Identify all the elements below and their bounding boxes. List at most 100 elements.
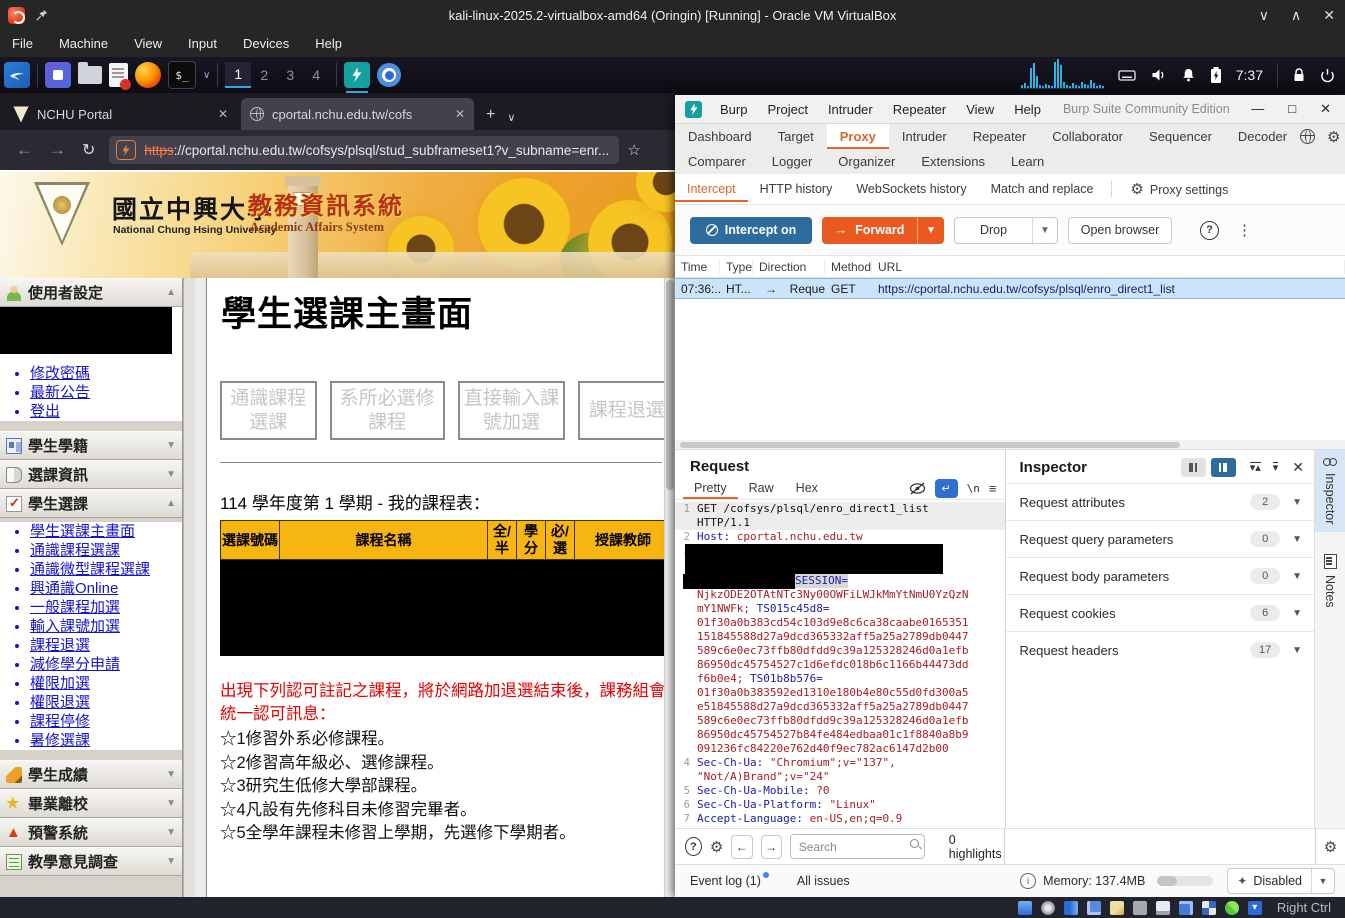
tab-close-icon[interactable]: ✕ bbox=[455, 107, 465, 121]
request-raw-view[interactable]: 1GET /cofsys/plsql/enro_direct1_listHTTP… bbox=[675, 500, 1005, 828]
sidebar-link[interactable]: 課程退選 bbox=[30, 636, 182, 655]
all-issues-button[interactable]: All issues bbox=[797, 874, 850, 888]
vbox-menu-item[interactable]: Machine bbox=[59, 36, 108, 51]
burp-tab-collaborator[interactable]: Collaborator bbox=[1039, 124, 1136, 149]
close-icon[interactable]: ✕ bbox=[1323, 7, 1335, 24]
col-type[interactable]: Type bbox=[720, 260, 753, 274]
burp-tab-learn[interactable]: Learn bbox=[998, 149, 1057, 174]
lock-screen-icon[interactable] bbox=[1292, 67, 1306, 83]
sidebar-link[interactable]: 一般課程加選 bbox=[30, 598, 182, 617]
vbox-menu-item[interactable]: View bbox=[134, 36, 162, 51]
sidebar-link[interactable]: 輸入課號加選 bbox=[30, 617, 182, 636]
sidebar-section-early-warning[interactable]: ▲ 預警系統 ▼ bbox=[0, 818, 182, 847]
sidebar-link[interactable]: 最新公告 bbox=[30, 383, 182, 402]
usb-icon[interactable] bbox=[1133, 901, 1147, 915]
sidebar-section-grades[interactable]: 學生成績 ▼ bbox=[0, 760, 182, 789]
sidebar-section-user-settings[interactable]: 使用者設定 ▲ bbox=[0, 278, 182, 307]
ai-dropdown-icon[interactable]: ▼ bbox=[1311, 869, 1334, 893]
help-icon[interactable]: ? bbox=[1200, 221, 1219, 240]
prev-match-icon[interactable]: ← bbox=[731, 835, 752, 859]
burp-menu-view[interactable]: View bbox=[966, 102, 994, 117]
host-key-menu-icon[interactable]: ▾ bbox=[1248, 901, 1262, 915]
col-time[interactable]: Time bbox=[675, 260, 720, 274]
vbox-menu-item[interactable]: Help bbox=[315, 36, 342, 51]
terminal-dropdown-icon[interactable]: ∨ bbox=[203, 70, 210, 81]
browser-tab-cportal[interactable]: cportal.nchu.edu.tw/cofs ✕ bbox=[241, 98, 474, 130]
burp-tab-comparer[interactable]: Comparer bbox=[675, 149, 759, 174]
collapse-all-icon[interactable]: ▾ bbox=[1273, 462, 1279, 473]
settings-gear-icon[interactable]: ⚙ bbox=[1327, 128, 1340, 146]
sidebar-section-course-selection[interactable]: 學生選課 ▲ bbox=[0, 489, 182, 518]
proxy-subtab-intercept[interactable]: Intercept bbox=[675, 176, 748, 202]
browser-tab-nchu-portal[interactable]: NCHU Portal ✕ bbox=[4, 98, 237, 130]
ai-status-button[interactable]: ✦Disabled ▼ bbox=[1227, 868, 1335, 894]
search-help-icon[interactable]: ? bbox=[685, 837, 702, 856]
list-tabs-icon[interactable]: ∨ bbox=[507, 111, 515, 124]
sidebar-scrollbar[interactable] bbox=[183, 278, 195, 897]
burp-tab-proxy[interactable]: Proxy bbox=[827, 124, 889, 149]
vbox-v-icon[interactable] bbox=[1202, 901, 1216, 915]
burp-tab-target[interactable]: Target bbox=[765, 124, 827, 149]
burp-close-icon[interactable]: ✕ bbox=[1320, 101, 1331, 117]
sidebar-link[interactable]: 學生選課主畫面 bbox=[30, 522, 182, 541]
workspace-2[interactable]: 2 bbox=[251, 62, 277, 88]
sidebar-link[interactable]: 登出 bbox=[30, 402, 182, 421]
burp-menu-project[interactable]: Project bbox=[767, 102, 807, 117]
display-icon[interactable] bbox=[1156, 901, 1170, 915]
notes-strip-tab[interactable]: Notes bbox=[1315, 546, 1345, 616]
text-editor-icon[interactable] bbox=[109, 63, 128, 87]
inspector-section-request-cookies[interactable]: Request cookies6▼ bbox=[1006, 594, 1315, 631]
burp-taskbar-icon[interactable] bbox=[344, 62, 370, 88]
sidebar-section-course-info[interactable]: 選課資訊 ▼ bbox=[0, 460, 182, 489]
next-match-icon[interactable]: → bbox=[761, 835, 782, 859]
volume-icon[interactable] bbox=[1150, 67, 1167, 83]
sidebar-link[interactable]: 減修學分申請 bbox=[30, 655, 182, 674]
dept-required-button[interactable]: 系所必選修課程 bbox=[330, 381, 445, 440]
event-log-button[interactable]: Event log (1) bbox=[690, 874, 761, 888]
request-tab-hex[interactable]: Hex bbox=[785, 477, 829, 499]
forward-icon[interactable]: → bbox=[49, 140, 66, 160]
col-direction[interactable]: Direction bbox=[753, 260, 825, 274]
intercept-toggle-button[interactable]: Intercept on bbox=[690, 217, 812, 244]
burp-proxy-badge-icon[interactable] bbox=[116, 140, 136, 160]
sidebar-link[interactable]: 通識微型課程選課 bbox=[30, 560, 182, 579]
burp-tab-logger[interactable]: Logger bbox=[759, 149, 825, 174]
forward-button[interactable]: →Forward ▼ bbox=[822, 217, 944, 244]
logout-power-icon[interactable] bbox=[1320, 68, 1335, 83]
bookmark-star-icon[interactable]: ☆ bbox=[627, 141, 640, 159]
hide-icon[interactable] bbox=[909, 482, 926, 495]
sidebar-link[interactable]: 興通識Online bbox=[30, 579, 182, 598]
sidebar-link[interactable]: 通識課程選課 bbox=[30, 541, 182, 560]
drop-course-button[interactable]: 課程退選 bbox=[578, 381, 675, 440]
minimize-icon[interactable]: ∨ bbox=[1259, 7, 1269, 24]
horizontal-scrollbar[interactable] bbox=[675, 440, 1345, 449]
pencil-icon[interactable] bbox=[1110, 901, 1124, 915]
general-edu-select-button[interactable]: 通識課程選課 bbox=[220, 381, 317, 440]
col-method[interactable]: Method bbox=[825, 260, 872, 274]
drop-button[interactable]: Drop ▼ bbox=[954, 217, 1058, 244]
inspector-layout-toggle-icon[interactable] bbox=[1181, 458, 1206, 477]
editor-menu-icon[interactable]: ≡ bbox=[989, 481, 997, 496]
firefox-icon[interactable] bbox=[135, 62, 161, 88]
burp-tab-dashboard[interactable]: Dashboard bbox=[675, 124, 765, 149]
burp-menu-intruder[interactable]: Intruder bbox=[828, 102, 873, 117]
optical-disc-icon[interactable] bbox=[1041, 901, 1055, 915]
burp-maximize-icon[interactable]: □ bbox=[1288, 101, 1296, 117]
maximize-icon[interactable]: ∧ bbox=[1291, 7, 1301, 24]
workspace-4[interactable]: 4 bbox=[303, 62, 329, 88]
inspector-section-request-query-parameters[interactable]: Request query parameters0▼ bbox=[1006, 520, 1315, 557]
sidebar-section-teaching-survey[interactable]: 教學意見調查 ▼ bbox=[0, 847, 182, 876]
forward-dropdown-icon[interactable]: ▼ bbox=[918, 217, 944, 244]
pin-icon[interactable] bbox=[35, 8, 49, 22]
open-browser-button[interactable]: Open browser bbox=[1068, 217, 1172, 244]
show-newlines-icon[interactable]: \n bbox=[967, 482, 980, 495]
chromium-icon[interactable] bbox=[377, 63, 401, 87]
back-icon[interactable]: ← bbox=[16, 140, 33, 160]
burp-tab-intruder[interactable]: Intruder bbox=[889, 124, 960, 149]
show-desktop-icon[interactable] bbox=[45, 62, 71, 88]
request-tab-pretty[interactable]: Pretty bbox=[683, 477, 738, 499]
keyboard-indicator-icon[interactable] bbox=[1118, 67, 1136, 83]
hdd-icon[interactable] bbox=[1018, 901, 1032, 915]
proxy-subtab-http-history[interactable]: HTTP history bbox=[748, 176, 845, 202]
editor-settings-icon[interactable]: ⚙ bbox=[1324, 838, 1337, 856]
